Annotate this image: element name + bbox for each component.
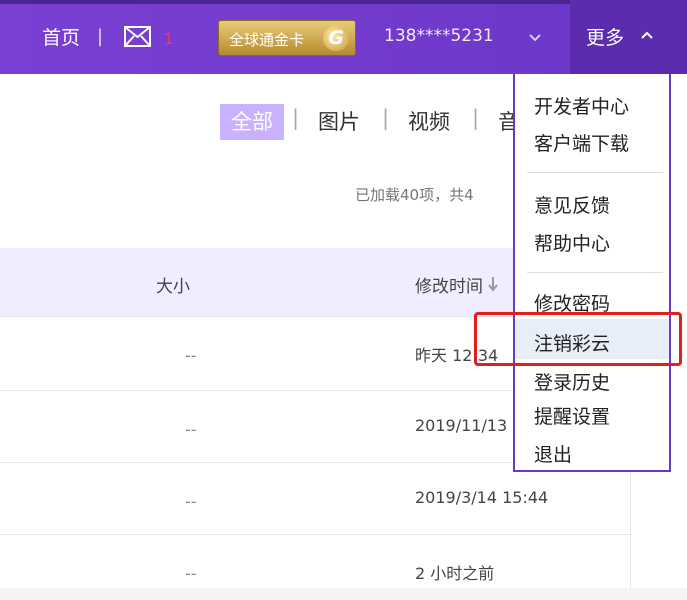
mail-badge: 1 (164, 30, 174, 48)
tab-videos[interactable]: 视频 (408, 106, 450, 136)
home-link[interactable]: 首页 (42, 28, 80, 48)
highlight-annotation-box (474, 312, 682, 366)
mail-icon[interactable] (124, 26, 151, 47)
phone-number[interactable]: 138****5231 (384, 26, 494, 46)
row-divider (0, 534, 630, 535)
table-row-modified: 2019/3/14 15:44 (415, 488, 549, 507)
menu-item-reminder-settings[interactable]: 提醒设置 (534, 402, 610, 429)
chevron-up-icon[interactable] (640, 30, 654, 40)
menu-item-help-center[interactable]: 帮助中心 (534, 229, 610, 256)
separator: | (292, 106, 300, 130)
column-size[interactable]: 大小 (156, 272, 190, 297)
table-row-size: -- (185, 564, 197, 583)
separator: | (97, 26, 104, 47)
bottom-scroll-area (0, 588, 687, 600)
gold-card-button[interactable]: 全球通金卡 G (218, 20, 356, 56)
table-row-size: -- (185, 492, 197, 511)
separator: | (382, 106, 390, 130)
menu-divider (527, 272, 663, 273)
menu-item-client-download[interactable]: 客户端下载 (534, 129, 629, 156)
gold-card-label: 全球通金卡 (229, 31, 305, 49)
menu-item-login-history[interactable]: 登录历史 (534, 368, 610, 395)
menu-item-feedback[interactable]: 意见反馈 (534, 191, 610, 218)
table-row-size: -- (185, 420, 197, 439)
tab-images[interactable]: 图片 (318, 106, 360, 136)
gold-card-logo-icon: G (323, 25, 349, 51)
separator: | (472, 106, 480, 130)
sort-arrow-icon[interactable] (488, 276, 498, 292)
table-row-modified: 2019/11/13 (415, 416, 508, 435)
menu-divider (527, 172, 663, 173)
menu-item-logout[interactable]: 退出 (534, 440, 572, 467)
loaded-count: 已加载40项，共4 (355, 186, 474, 204)
more-label[interactable]: 更多 (586, 28, 624, 48)
tab-all[interactable]: 全部 (220, 104, 284, 140)
chevron-down-icon[interactable] (528, 33, 542, 43)
table-row-modified: 2 小时之前 (415, 564, 495, 583)
table-row-size: -- (185, 346, 197, 365)
menu-item-developer-center[interactable]: 开发者中心 (534, 92, 629, 119)
column-modified[interactable]: 修改时间 (415, 272, 483, 297)
